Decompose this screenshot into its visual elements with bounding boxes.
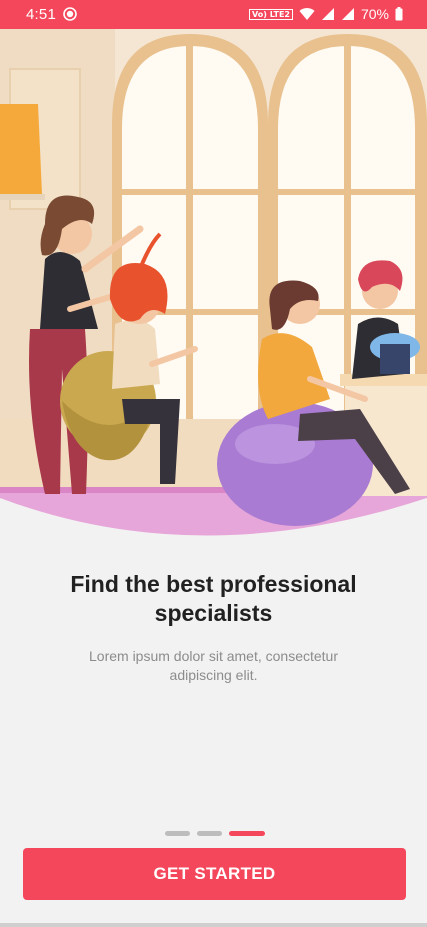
status-time: 4:51 bbox=[26, 6, 56, 23]
status-bar: 4:51 Vo) LTE2 70% bbox=[0, 0, 427, 29]
battery-icon bbox=[395, 7, 403, 21]
onboarding-screen: 4:51 Vo) LTE2 70% Find the best professi… bbox=[0, 0, 427, 927]
onboarding-text: Find the best professional specialists L… bbox=[0, 560, 427, 685]
status-icons: Vo) LTE2 70% bbox=[249, 5, 403, 23]
signal-icon bbox=[341, 8, 354, 20]
wifi-icon bbox=[299, 8, 315, 20]
get-started-button[interactable]: GET STARTED bbox=[23, 848, 406, 900]
record-icon bbox=[63, 7, 77, 21]
onboarding-illustration bbox=[0, 29, 427, 549]
page-dot[interactable] bbox=[197, 831, 222, 836]
page-title: Find the best professional specialists bbox=[70, 571, 357, 626]
page-indicator bbox=[165, 831, 265, 836]
signal-icon bbox=[321, 8, 334, 20]
page-dot[interactable] bbox=[165, 831, 190, 836]
navigation-bar-edge bbox=[0, 923, 427, 927]
page-dot-active[interactable] bbox=[229, 831, 265, 836]
battery-percent: 70% bbox=[360, 6, 389, 22]
volte-icon: Vo) LTE2 bbox=[249, 8, 293, 20]
page-subtitle: Lorem ipsum dolor sit amet, consectetur … bbox=[89, 648, 338, 683]
